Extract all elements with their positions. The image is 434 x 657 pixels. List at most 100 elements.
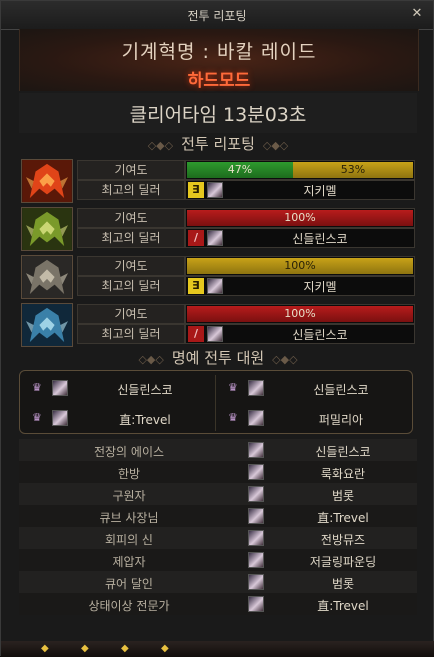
divider xyxy=(215,375,216,431)
award-title: 구원자 xyxy=(112,489,146,503)
dealer-name: 지키멜 xyxy=(303,184,337,198)
contribution-bar: 100% xyxy=(185,304,415,324)
crown-icon: ♛ xyxy=(228,411,238,424)
hud-icon: ◆ xyxy=(41,643,49,654)
avatar xyxy=(248,508,264,524)
contribution-bar: 100% xyxy=(185,256,415,276)
best-dealer-field: ∃ 지키멜 xyxy=(185,180,415,200)
title-bar[interactable]: 전투 리포팅 ✕ xyxy=(1,1,433,30)
award-winner-name: 直:Trevel xyxy=(317,511,369,525)
avatar xyxy=(207,278,223,294)
award-winner-name: 直:Trevel xyxy=(317,599,369,613)
raid-name: 기계혁명 : 바칼 레이드 xyxy=(121,41,317,63)
crown-icon: ♛ xyxy=(228,381,238,394)
contribution-label: 기여도 xyxy=(77,208,185,228)
best-dealer-label: 최고의 딜러 xyxy=(77,180,185,200)
boss-row: 기여도 47% 53% 최고의 딜러 ∃ 지키멜 xyxy=(19,158,417,204)
avatar xyxy=(207,182,223,198)
contribution-segment: 100% xyxy=(187,258,413,274)
contribution-segment: 100% xyxy=(187,210,413,226)
honor-member: ♛ 신들린스코 xyxy=(220,377,410,399)
fire-dragon-helmet-icon xyxy=(21,159,73,203)
best-dealer-field: / 신들린스코 xyxy=(185,324,415,344)
honor-members-box: ♛ 신들린스코 ♛ 신들린스코 ♛ 直:Trevel ♛ 퍼밀리아 xyxy=(19,370,413,434)
battle-report-window: 전투 리포팅 ✕ 기계혁명 : 바칼 레이드 하드모드 클리어타임 13분03초… xyxy=(0,0,434,657)
raid-header: 기계혁명 : 바칼 레이드 하드모드 xyxy=(19,29,419,91)
dealer-name: 지키멜 xyxy=(303,280,337,294)
ice-dragon-helmet-icon xyxy=(21,303,73,347)
earth-dragon-helmet-icon xyxy=(21,207,73,251)
award-winner-name: 신들린스코 xyxy=(315,445,371,459)
contribution-segment: 47% xyxy=(187,162,293,178)
avatar xyxy=(248,596,264,612)
avatar xyxy=(248,442,264,458)
avatar xyxy=(248,530,264,546)
steel-dragon-helmet-icon xyxy=(21,255,73,299)
avatar xyxy=(248,574,264,590)
contribution-bar: 100% xyxy=(185,208,415,228)
award-winner-name: 저글링파운딩 xyxy=(309,555,377,569)
award-title: 상태이상 전문가 xyxy=(88,599,170,613)
ornament-icon: ◇◆◇ xyxy=(147,139,174,152)
award-winner-name: 전방뮤즈 xyxy=(320,533,366,547)
avatar xyxy=(207,230,223,246)
award-row: 큐브 사장님 直:Trevel xyxy=(19,505,417,527)
close-icon[interactable]: ✕ xyxy=(409,6,425,22)
dealer-name: 신들린스코 xyxy=(292,328,348,342)
award-winner-name: 범롯 xyxy=(331,577,355,591)
award-title: 전장의 에이스 xyxy=(93,445,165,459)
award-title: 한방 xyxy=(117,467,141,481)
contribution-label: 기여도 xyxy=(77,304,185,324)
section-title-honor: ◇◆◇ 명예 전투 대원 ◇◆◇ xyxy=(19,347,417,369)
ornament-icon: ◇◆◇ xyxy=(262,139,289,152)
award-title: 제압자 xyxy=(112,555,146,569)
award-row: 구원자 범롯 xyxy=(19,483,417,505)
avatar xyxy=(248,410,264,426)
section-report-label: 전투 리포팅 xyxy=(181,135,255,153)
contribution-segment: 100% xyxy=(187,306,413,322)
hud-icon: ◆ xyxy=(121,643,129,654)
hud-icon: ◆ xyxy=(81,643,89,654)
crown-icon: ♛ xyxy=(32,381,42,394)
honor-member-name: 直:Trevel xyxy=(119,413,171,427)
award-row: 큐어 달인 범롯 xyxy=(19,571,417,593)
best-dealer-label: 최고의 딜러 xyxy=(77,276,185,296)
honor-member: ♛ 直:Trevel xyxy=(24,407,214,429)
avatar xyxy=(52,380,68,396)
award-title: 큐브 사장님 xyxy=(99,511,159,525)
section-honor-label: 명예 전투 대원 xyxy=(171,349,265,367)
award-row: 회피의 신 전방뮤즈 xyxy=(19,527,417,549)
section-title-report: ◇◆◇ 전투 리포팅 ◇◆◇ xyxy=(19,133,417,155)
avatar xyxy=(248,486,264,502)
award-row: 상태이상 전문가 直:Trevel xyxy=(19,593,417,615)
best-dealer-label: 최고의 딜러 xyxy=(77,228,185,248)
best-dealer-label: 최고의 딜러 xyxy=(77,324,185,344)
contribution-segment: 53% xyxy=(293,162,413,178)
contribution-bar: 47% 53% xyxy=(185,160,415,180)
ornament-icon: ◇◆◇ xyxy=(272,353,298,366)
award-row: 제압자 저글링파운딩 xyxy=(19,549,417,571)
crown-icon: ♛ xyxy=(32,411,42,424)
hud-icon: ◆ xyxy=(161,643,169,654)
clear-time-bar: 클리어타임 13분03초 xyxy=(19,93,417,133)
award-winner-name: 룩화요란 xyxy=(320,467,366,481)
boss-row: 기여도 100% 최고의 딜러 / 신들린스코 xyxy=(19,302,417,348)
avatar xyxy=(248,380,264,396)
honor-member-name: 신들린스코 xyxy=(313,383,369,397)
honor-member: ♛ 퍼밀리아 xyxy=(220,407,410,429)
boss-row: 기여도 100% 최고의 딜러 / 신들린스코 xyxy=(19,206,417,252)
avatar xyxy=(248,552,264,568)
honor-member-name: 신들린스코 xyxy=(117,383,173,397)
best-dealer-field: ∃ 지키멜 xyxy=(185,276,415,296)
award-row: 한방 룩화요란 xyxy=(19,461,417,483)
dealer-name: 신들린스코 xyxy=(292,232,348,246)
ornament-icon: ◇◆◇ xyxy=(138,353,164,366)
class-icon: / xyxy=(188,326,204,342)
avatar xyxy=(248,464,264,480)
award-title: 큐어 달인 xyxy=(105,577,153,591)
bottom-hud-strip: ◆ ◆ ◆ ◆ xyxy=(1,641,434,657)
avatar xyxy=(52,410,68,426)
best-dealer-field: / 신들린스코 xyxy=(185,228,415,248)
class-icon: ∃ xyxy=(188,182,204,198)
award-winner-name: 범롯 xyxy=(331,489,355,503)
